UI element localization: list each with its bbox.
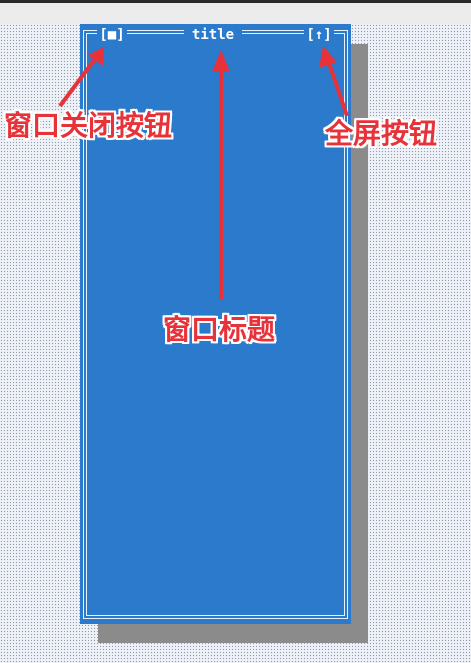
maximize-button-callout: 全屏按钮: [325, 117, 438, 150]
arrow-to-close-button: [58, 47, 104, 108]
window-title-callout: 窗口标题: [163, 313, 276, 346]
close-button-callout: 窗口关闭按钮: [4, 109, 173, 142]
arrow-to-maximize-button: [319, 46, 349, 117]
arrow-to-title: [212, 50, 230, 300]
